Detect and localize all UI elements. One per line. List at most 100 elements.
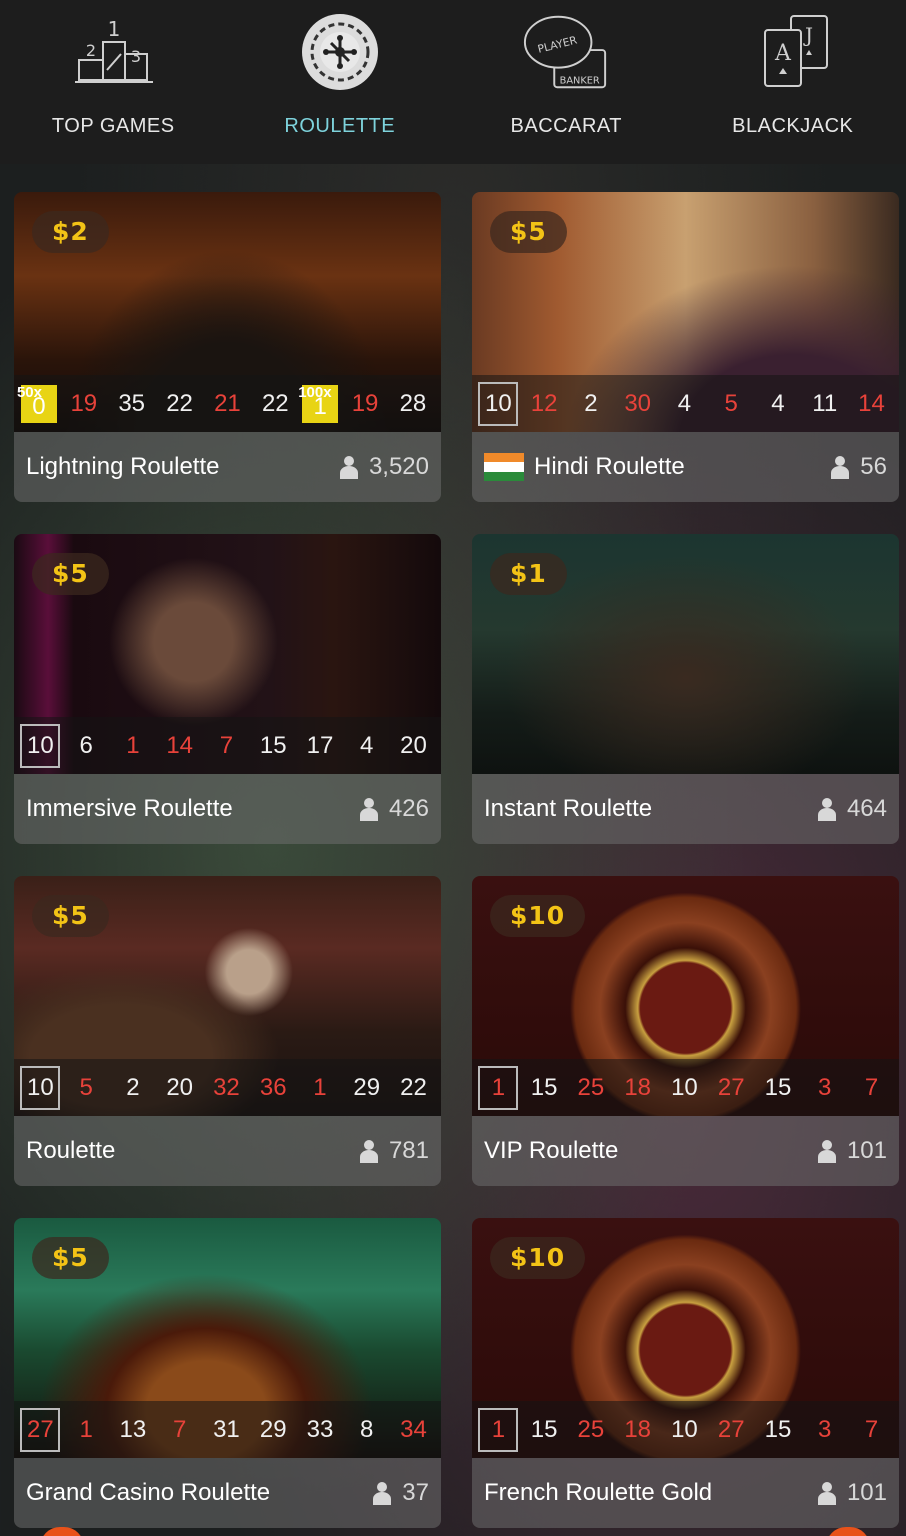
result-number: 1 bbox=[299, 1074, 341, 1102]
result-value: 30 bbox=[624, 389, 652, 417]
result-number: 30 bbox=[617, 390, 659, 418]
result-number: 7 bbox=[159, 1416, 201, 1444]
nav-baccarat[interactable]: PLAYER BANKER BACCARAT bbox=[453, 0, 680, 164]
roulette-wheel-icon bbox=[295, 10, 385, 94]
result-value: 8 bbox=[360, 1415, 374, 1443]
result-number: 3 bbox=[804, 1416, 846, 1444]
result-number: 27 bbox=[20, 1407, 61, 1452]
person-icon bbox=[359, 798, 378, 821]
result-value: 1 bbox=[313, 1073, 327, 1101]
recent-results: 27 1 13 7 31 29 33 8 34 bbox=[14, 1401, 441, 1458]
result-number: 31 bbox=[205, 1416, 247, 1444]
result-number: 25 bbox=[570, 1074, 612, 1102]
result-value: 22 bbox=[261, 389, 289, 417]
game-card[interactable]: $5 10 6 1 14 7 15 17 4 20 Immersive Roulette 426 bbox=[14, 534, 441, 844]
result-number: 22 bbox=[159, 390, 201, 418]
result-value: 19 bbox=[351, 389, 379, 417]
result-number: 2 bbox=[112, 1074, 154, 1102]
result-value: 10 bbox=[27, 731, 54, 759]
person-icon bbox=[339, 456, 358, 479]
orange-floating-button-right[interactable] bbox=[826, 1527, 870, 1536]
result-value: 1 bbox=[491, 1415, 506, 1443]
result-number: 33 bbox=[299, 1416, 341, 1444]
baccarat-icon: PLAYER BANKER bbox=[521, 10, 611, 94]
result-value: 27 bbox=[717, 1073, 745, 1101]
game-card[interactable]: $5 10 12 2 30 4 5 4 11 14 Hindi Roulette 56 bbox=[472, 192, 899, 502]
nav-label: BLACKJACK bbox=[732, 115, 854, 137]
result-value: 15 bbox=[764, 1073, 792, 1101]
min-bet-badge: $10 bbox=[490, 895, 586, 937]
person-icon bbox=[373, 1482, 392, 1505]
nav-roulette[interactable]: ROULETTE bbox=[227, 0, 454, 164]
result-number: 29 bbox=[252, 1416, 294, 1444]
result-value: 15 bbox=[530, 1415, 558, 1443]
result-number: 32 bbox=[205, 1074, 247, 1102]
min-bet-badge: $5 bbox=[32, 1237, 109, 1279]
result-number: 11 bbox=[804, 390, 846, 418]
game-card[interactable]: $10 1 15 25 18 10 27 15 3 7 French Roulette Gold 10… bbox=[472, 1218, 899, 1528]
game-info-bar: French Roulette Gold 101 bbox=[472, 1458, 899, 1528]
result-value: 10 bbox=[671, 1073, 698, 1101]
result-value: 31 bbox=[213, 1415, 240, 1443]
result-value: 5 bbox=[724, 389, 738, 417]
svg-text:J: J bbox=[803, 23, 813, 47]
game-thumbnail: $5 10 6 1 14 7 15 17 4 20 bbox=[14, 534, 441, 774]
game-thumbnail: $5 10 12 2 30 4 5 4 11 14 bbox=[472, 192, 899, 432]
result-value: 1 bbox=[491, 1073, 506, 1101]
game-name: Lightning Roulette bbox=[26, 453, 220, 480]
result-number: 15 bbox=[523, 1416, 565, 1444]
result-number: 18 bbox=[617, 1074, 659, 1102]
result-number: 4 bbox=[346, 732, 388, 760]
india-flag-icon bbox=[484, 453, 524, 481]
result-number: 10 bbox=[20, 723, 61, 768]
nav-blackjack[interactable]: A J BLACKJACK bbox=[680, 0, 906, 164]
result-number: 2 bbox=[570, 390, 612, 418]
result-number: 3 bbox=[804, 1074, 846, 1102]
result-number: 36 bbox=[252, 1074, 294, 1102]
game-thumbnail: $5 10 5 2 20 32 36 1 29 22 bbox=[14, 876, 441, 1116]
result-value: 7 bbox=[864, 1073, 879, 1101]
game-info-bar: VIP Roulette 101 bbox=[472, 1116, 899, 1186]
game-card[interactable]: $5 27 1 13 7 31 29 33 8 34 Grand Casino Roulette 37 bbox=[14, 1218, 441, 1528]
result-number: 21 bbox=[206, 390, 248, 418]
result-number: 27 bbox=[710, 1416, 752, 1444]
result-value: 22 bbox=[166, 389, 193, 417]
player-count-value: 37 bbox=[402, 1479, 429, 1506]
orange-floating-button[interactable] bbox=[40, 1527, 84, 1536]
person-icon bbox=[817, 1482, 836, 1505]
result-value: 15 bbox=[259, 731, 287, 759]
svg-text:2: 2 bbox=[86, 41, 96, 60]
result-number: 19 bbox=[344, 390, 386, 418]
result-number: 10 bbox=[663, 1416, 705, 1444]
result-number: 4 bbox=[757, 390, 799, 418]
result-value: 25 bbox=[577, 1073, 605, 1101]
result-number: 1 bbox=[112, 732, 154, 760]
game-info-bar: Roulette 781 bbox=[14, 1116, 441, 1186]
game-info-bar: Instant Roulette 464 bbox=[472, 774, 899, 844]
result-number: 14 bbox=[851, 390, 893, 418]
game-name: VIP Roulette bbox=[484, 1137, 619, 1164]
game-info-bar: Lightning Roulette 3,520 bbox=[14, 432, 441, 502]
result-value: 7 bbox=[172, 1415, 187, 1443]
result-value: 4 bbox=[360, 731, 374, 759]
result-number: 19 bbox=[63, 390, 105, 418]
recent-results: 10 6 1 14 7 15 17 4 20 bbox=[14, 717, 441, 774]
result-value: 6 bbox=[79, 731, 93, 759]
result-value: 4 bbox=[771, 389, 785, 417]
result-number: 13 bbox=[112, 1416, 154, 1444]
result-number: 22 bbox=[254, 390, 296, 418]
game-info-bar: Hindi Roulette 56 bbox=[472, 432, 899, 502]
result-value: 18 bbox=[624, 1073, 652, 1101]
nav-top-games[interactable]: 1 2 3 TOP GAMES bbox=[0, 0, 227, 164]
recent-results: 1 15 25 18 10 27 15 3 7 bbox=[472, 1401, 899, 1458]
game-card[interactable]: $2 0 50x 19 35 22 21 22 1 100x 19 28 Lightning Roule… bbox=[14, 192, 441, 502]
game-card[interactable]: $5 10 5 2 20 32 36 1 29 22 Roulette 781 bbox=[14, 876, 441, 1186]
result-value: 3 bbox=[818, 1073, 832, 1101]
result-value: 10 bbox=[671, 1415, 698, 1443]
game-card[interactable]: $10 1 15 25 18 10 27 15 3 7 VIP Roulette 101 bbox=[472, 876, 899, 1186]
player-count-value: 101 bbox=[846, 1137, 887, 1164]
game-card[interactable]: $1 Instant Roulette 464 bbox=[472, 534, 899, 844]
result-value: 7 bbox=[864, 1415, 879, 1443]
result-number: 7 bbox=[205, 732, 247, 760]
result-value: 1 bbox=[126, 731, 140, 759]
